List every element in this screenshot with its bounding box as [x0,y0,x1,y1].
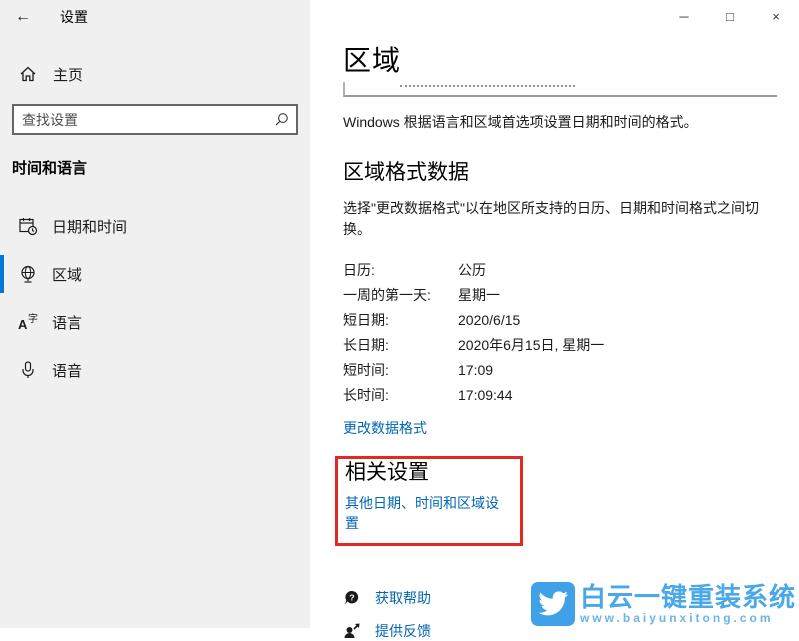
back-button[interactable]: ← [0,0,46,34]
row-value: 17:09 [458,361,494,378]
main-content: ─ □ × 区域 Windows 根据语言和区域首选项设置日期和时间的格式。 区… [310,0,799,639]
row-value: 2020年6月15日, 星期一 [458,336,605,353]
table-row: 一周的第一天: 星期一 [343,282,775,307]
sidebar-item-label: 日期和时间 [52,218,128,236]
row-value: 17:09:44 [458,386,513,403]
sidebar-item-label: 主页 [53,66,84,84]
table-row: 短时间: 17:09 [343,357,775,382]
sidebar-item-home[interactable]: 主页 [18,58,310,90]
app-title: 设置 [60,9,88,25]
table-row: 长日期: 2020年6月15日, 星期一 [343,332,775,357]
sidebar-item-language[interactable]: A字 语言 [0,298,310,346]
table-row: 短日期: 2020/6/15 [343,307,775,332]
sidebar-item-label: 区域 [52,266,83,284]
section-title-format-data: 区域格式数据 [343,161,469,184]
sidebar-item-date-time[interactable]: 日期和时间 [0,202,310,250]
page-title: 区域 [343,45,402,76]
format-table: 日历: 公历 一周的第一天: 星期一 短日期: 2020/6/15 长日期: 2… [343,257,775,407]
globe-icon [18,264,38,284]
watermark: 白云一键重装系统 www.baiyunxitong.com [530,581,796,626]
sidebar-section-title: 时间和语言 [12,160,88,177]
row-value: 星期一 [458,286,500,303]
titlebar-left: ← 设置 [0,0,310,34]
additional-date-time-region-settings-link[interactable]: 其他日期、时间和区域设置 [345,493,512,533]
bird-logo-icon [530,582,575,626]
sidebar: ← 设置 主页 时间和语言 [0,0,310,628]
table-row: 日历: 公历 [343,257,775,282]
svg-text:?: ? [349,593,354,603]
change-data-formats-link[interactable]: 更改数据格式 [343,418,427,438]
sidebar-nav: 日期和时间 区域 A字 语言 语音 [0,202,310,394]
window-controls: ─ □ × [661,0,799,32]
calendar-clock-icon [18,216,38,236]
feedback-person-icon [343,622,361,640]
language-icon: A字 [18,314,38,332]
row-label: 日历: [343,261,375,278]
help-bubble-icon: ? [343,589,361,607]
search-icon[interactable] [266,111,296,128]
clipped-text-fragment [400,85,575,87]
watermark-title: 白云一键重装系统 [579,581,796,612]
close-button[interactable]: × [753,0,799,32]
minimize-button[interactable]: ─ [661,0,707,32]
home-icon [18,64,38,84]
maximize-button[interactable]: □ [707,0,753,32]
sidebar-item-speech[interactable]: 语音 [0,346,310,394]
row-value: 公历 [458,261,486,278]
get-help-link[interactable]: 获取帮助 [375,588,431,608]
annotation-box: 相关设置 其他日期、时间和区域设置 [335,456,523,546]
send-feedback-link[interactable]: 提供反馈 [375,621,431,641]
table-row: 长时间: 17:09:44 [343,382,775,407]
row-label: 长时间: [343,386,389,403]
sidebar-item-region[interactable]: 区域 [0,250,310,298]
watermark-url: www.baiyunxitong.com [579,610,774,625]
row-label: 长日期: [343,336,389,353]
sidebar-item-label: 语音 [52,362,83,380]
search-input[interactable] [14,111,266,128]
section-description: 选择"更改数据格式"以在地区所支持的日历、日期和时间格式之间切换。 [343,200,759,237]
intro-text: Windows 根据语言和区域首选项设置日期和时间的格式。 [343,114,698,130]
search-box [12,104,298,135]
row-label: 短日期: [343,311,389,328]
microphone-icon [18,360,38,380]
region-format-combobox-clipped[interactable] [343,82,777,97]
row-label: 短时间: [343,361,389,378]
related-settings-title: 相关设置 [345,461,429,484]
row-label: 一周的第一天: [343,286,431,303]
watermark-text: 白云一键重装系统 www.baiyunxitong.com [579,581,796,625]
selected-accent-bar [0,255,4,293]
row-value: 2020/6/15 [458,311,521,328]
sidebar-item-label: 语言 [52,314,83,332]
settings-window: ← 设置 主页 时间和语言 [0,0,799,639]
